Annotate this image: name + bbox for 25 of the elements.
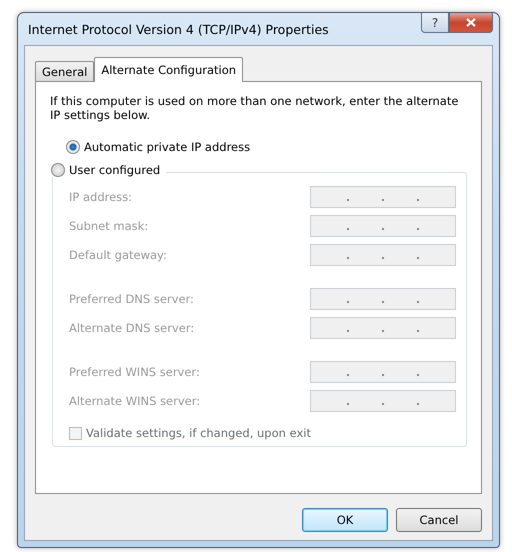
ip-address-field[interactable] (310, 390, 456, 412)
field-label: Default gateway: (69, 248, 167, 262)
field-label: Preferred DNS server: (69, 292, 194, 306)
field-label: IP address: (69, 190, 132, 204)
ip-address-field[interactable] (310, 288, 456, 310)
tab[interactable]: Alternate Configuration (94, 57, 244, 82)
intro-text: If this computer is used on more than one network, enter the alternate IP settings below. (50, 94, 460, 122)
tab[interactable]: General (35, 61, 94, 81)
ip-address-field[interactable] (310, 215, 456, 237)
window-title: Internet Protocol Version 4 (TCP/IPv4) Properties (27, 22, 329, 36)
field-label: Alternate WINS server: (69, 394, 200, 408)
field-label: Subnet mask: (69, 219, 148, 233)
radio-option[interactable]: User configured (51, 163, 166, 177)
ip-address-field[interactable] (310, 361, 456, 383)
close-button[interactable] (449, 13, 493, 33)
checkbox-label: Validate settings, if changed, upon exit (86, 426, 311, 440)
close-icon (466, 18, 476, 27)
help-button[interactable]: ? (421, 13, 449, 33)
ip-address-field[interactable] (310, 244, 456, 266)
ok-button[interactable]: OK (302, 508, 388, 532)
ip-address-field[interactable] (310, 186, 456, 208)
cancel-button[interactable]: Cancel (396, 508, 482, 532)
ip-address-field[interactable] (310, 317, 456, 339)
field-label: Alternate DNS server: (69, 321, 194, 335)
field-label: Preferred WINS server: (69, 365, 200, 379)
